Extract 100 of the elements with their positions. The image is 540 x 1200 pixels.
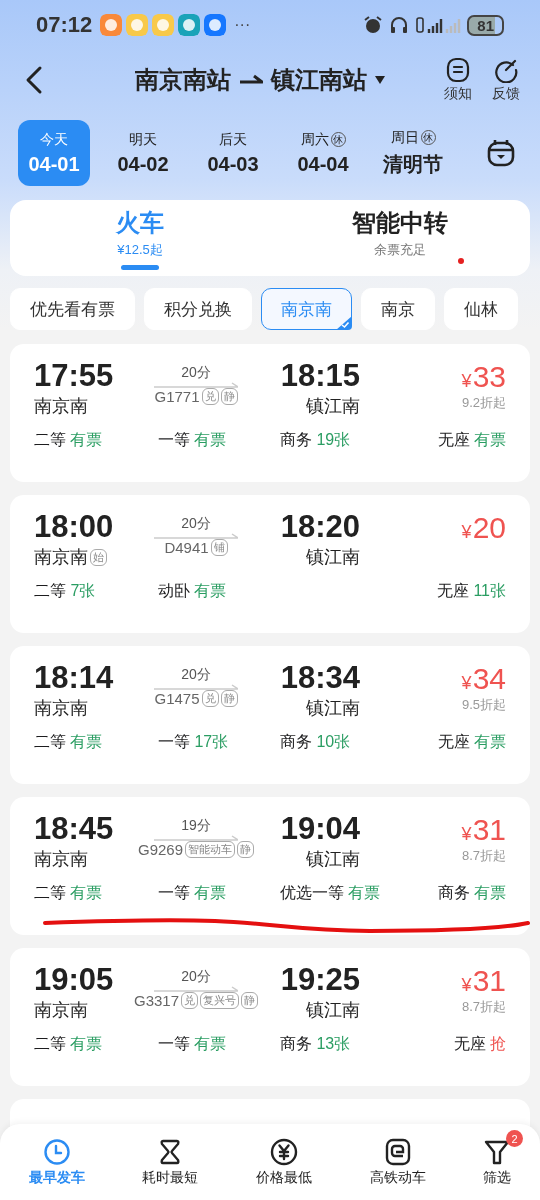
departure-time: 18:00 bbox=[34, 509, 115, 545]
origin-tag: 始 bbox=[90, 548, 107, 566]
train-tag: 兑 bbox=[201, 690, 219, 707]
filter-chip[interactable]: 仙林 bbox=[444, 288, 518, 330]
nav-tab[interactable]: 高铁动车 bbox=[357, 1124, 438, 1200]
app-icon bbox=[100, 14, 123, 36]
count-badge: 2 bbox=[506, 1130, 524, 1147]
origin-station[interactable]: 南京南站 bbox=[135, 64, 231, 96]
currency-sign: ¥ bbox=[461, 824, 472, 845]
departure-time: 18:45 bbox=[34, 811, 115, 847]
price: 31 bbox=[472, 813, 506, 847]
seat-availability: 商务 10张 bbox=[280, 732, 352, 752]
currency-sign: ¥ bbox=[461, 371, 472, 392]
filter-chip[interactable]: 南京 bbox=[361, 288, 435, 330]
destination-station[interactable]: 镇江南站 bbox=[271, 64, 367, 96]
caret-icon[interactable] bbox=[375, 76, 385, 84]
train-number: G1771 bbox=[154, 388, 200, 405]
date-tab[interactable]: 周日 休 清明节 bbox=[368, 120, 458, 186]
notice-button[interactable]: 须知 bbox=[444, 57, 472, 103]
train-tag: 智能动车 bbox=[185, 841, 236, 858]
seat-availability: 二等 有票 bbox=[34, 1034, 104, 1054]
discount: 8.7折起 bbox=[461, 847, 506, 865]
clock-icon bbox=[42, 1137, 71, 1166]
mode-tab[interactable]: 火车 ¥12.5起 bbox=[10, 200, 270, 276]
seat-availability: 二等 有票 bbox=[34, 883, 104, 903]
departure-station: 南京南 bbox=[34, 999, 88, 1022]
more-notifications: ··· bbox=[234, 16, 251, 34]
discount: 9.5折起 bbox=[461, 696, 506, 714]
departure-time: 18:14 bbox=[34, 660, 115, 696]
train-number: G1475 bbox=[154, 690, 200, 707]
train-tag: 复兴号 bbox=[200, 992, 240, 1009]
check-icon bbox=[336, 316, 352, 330]
departure-time: 19:05 bbox=[34, 962, 115, 998]
departure-station: 南京南 bbox=[34, 848, 88, 871]
discount: 9.2折起 bbox=[461, 394, 506, 412]
arrival-time: 19:04 bbox=[280, 811, 360, 847]
app-icon bbox=[178, 14, 201, 36]
train-tag: 静 bbox=[237, 841, 255, 858]
app-icon bbox=[126, 14, 149, 36]
date-tab[interactable]: 周六 休 04-04 bbox=[278, 120, 368, 186]
currency-sign: ¥ bbox=[461, 975, 472, 996]
seat-availability: 一等 有票 bbox=[158, 1034, 228, 1054]
train-card[interactable]: 18:00 南京南 始 20分 D4941 铺 18:20 镇江南 ¥20 二等 7张 动卧 有票 无座 11张 bbox=[10, 495, 530, 633]
date-tab[interactable]: 后天 04-03 bbox=[188, 120, 278, 186]
train-card[interactable]: 18:45 南京南 19分 G9269 智能动车 静 19:04 镇江南 ¥31 8.7折起 二等 有票 一等 有票 优选一等 有票 商务 有票 bbox=[10, 797, 530, 935]
train-number: D4941 bbox=[164, 539, 209, 556]
seat-availability: 二等 有票 bbox=[34, 732, 104, 752]
date-tab[interactable]: 明天 04-02 bbox=[98, 120, 188, 186]
train-number: G3317 bbox=[134, 992, 180, 1009]
alarm-icon bbox=[363, 15, 384, 35]
seat-availability: 二等 有票 bbox=[34, 430, 104, 450]
seat-availability: 优选一等 有票 bbox=[280, 883, 382, 903]
arrival-time: 19:25 bbox=[280, 962, 360, 998]
discount: 8.7折起 bbox=[461, 998, 506, 1016]
train-tag: 静 bbox=[220, 388, 238, 405]
feedback-button[interactable]: 反馈 bbox=[492, 57, 520, 103]
arrival-station: 镇江南 bbox=[306, 395, 360, 418]
seat-availability: 一等 有票 bbox=[158, 430, 228, 450]
mode-tab[interactable]: 智能中转 余票充足 bbox=[270, 200, 530, 276]
price: 33 bbox=[472, 360, 506, 394]
filter-chip[interactable]: 优先看有票 bbox=[10, 288, 135, 330]
nav-tab[interactable]: 价格最低 bbox=[244, 1124, 324, 1200]
seat-availability: 无座 有票 bbox=[437, 732, 506, 752]
calendar-icon[interactable] bbox=[486, 138, 516, 168]
seat-availability: 商务 有票 bbox=[437, 883, 506, 903]
currency-sign: ¥ bbox=[461, 673, 472, 694]
arrival-time: 18:20 bbox=[280, 509, 360, 545]
yuan-icon bbox=[270, 1137, 298, 1166]
filter-chip[interactable]: 积分兑换 bbox=[144, 288, 252, 330]
price: 34 bbox=[472, 662, 506, 696]
battery-level: 81 bbox=[467, 14, 504, 36]
arrival-time: 18:15 bbox=[280, 358, 360, 394]
headphones-icon bbox=[389, 15, 410, 35]
price: 20 bbox=[472, 511, 506, 545]
departure-station: 南京南 bbox=[34, 697, 88, 720]
train-tag: 静 bbox=[220, 690, 238, 707]
seat-availability: 无座 11张 bbox=[436, 581, 506, 601]
currency-sign: ¥ bbox=[461, 522, 472, 543]
departure-time: 17:55 bbox=[34, 358, 115, 394]
app-icon bbox=[152, 14, 175, 36]
train-card[interactable]: 17:55 南京南 20分 G1771 兑 静 18:15 镇江南 ¥33 9.2折起 二等 有票 一等 有票 商务 19张 无座 有票 bbox=[10, 344, 530, 482]
train-card[interactable]: 18:14 南京南 20分 G1475 兑 静 18:34 镇江南 ¥34 9.5折起 二等 有票 一等 17张 商务 10张 无座 有票 bbox=[10, 646, 530, 784]
train-card[interactable]: 19:05 南京南 20分 G3317 兑 复兴号 静 19:25 镇江南 ¥31 8.7折起 二等 有票 一等 有票 商务 13张 无座 抢 bbox=[10, 948, 530, 1086]
square-icon bbox=[383, 1137, 412, 1166]
nav-tab[interactable]: 筛选 2 bbox=[471, 1124, 524, 1200]
seat-availability: 一等 17张 bbox=[158, 732, 230, 752]
status-time: 07:12 bbox=[36, 12, 93, 38]
seat-availability: 动卧 有票 bbox=[158, 581, 228, 601]
arrival-station: 镇江南 bbox=[306, 546, 360, 569]
arrival-station: 镇江南 bbox=[306, 999, 360, 1022]
duration: 19分 bbox=[181, 817, 211, 835]
nav-tab[interactable]: 耗时最短 bbox=[130, 1124, 211, 1200]
train-tag: 静 bbox=[241, 992, 259, 1009]
seat-availability: 一等 有票 bbox=[158, 883, 228, 903]
train-number: G9269 bbox=[138, 841, 184, 858]
seat-availability: 商务 19张 bbox=[280, 430, 352, 450]
train-tag: 铺 bbox=[210, 539, 228, 556]
price: 31 bbox=[472, 964, 506, 998]
duration: 20分 bbox=[181, 968, 211, 986]
seat-availability: 无座 抢 bbox=[453, 1034, 506, 1054]
